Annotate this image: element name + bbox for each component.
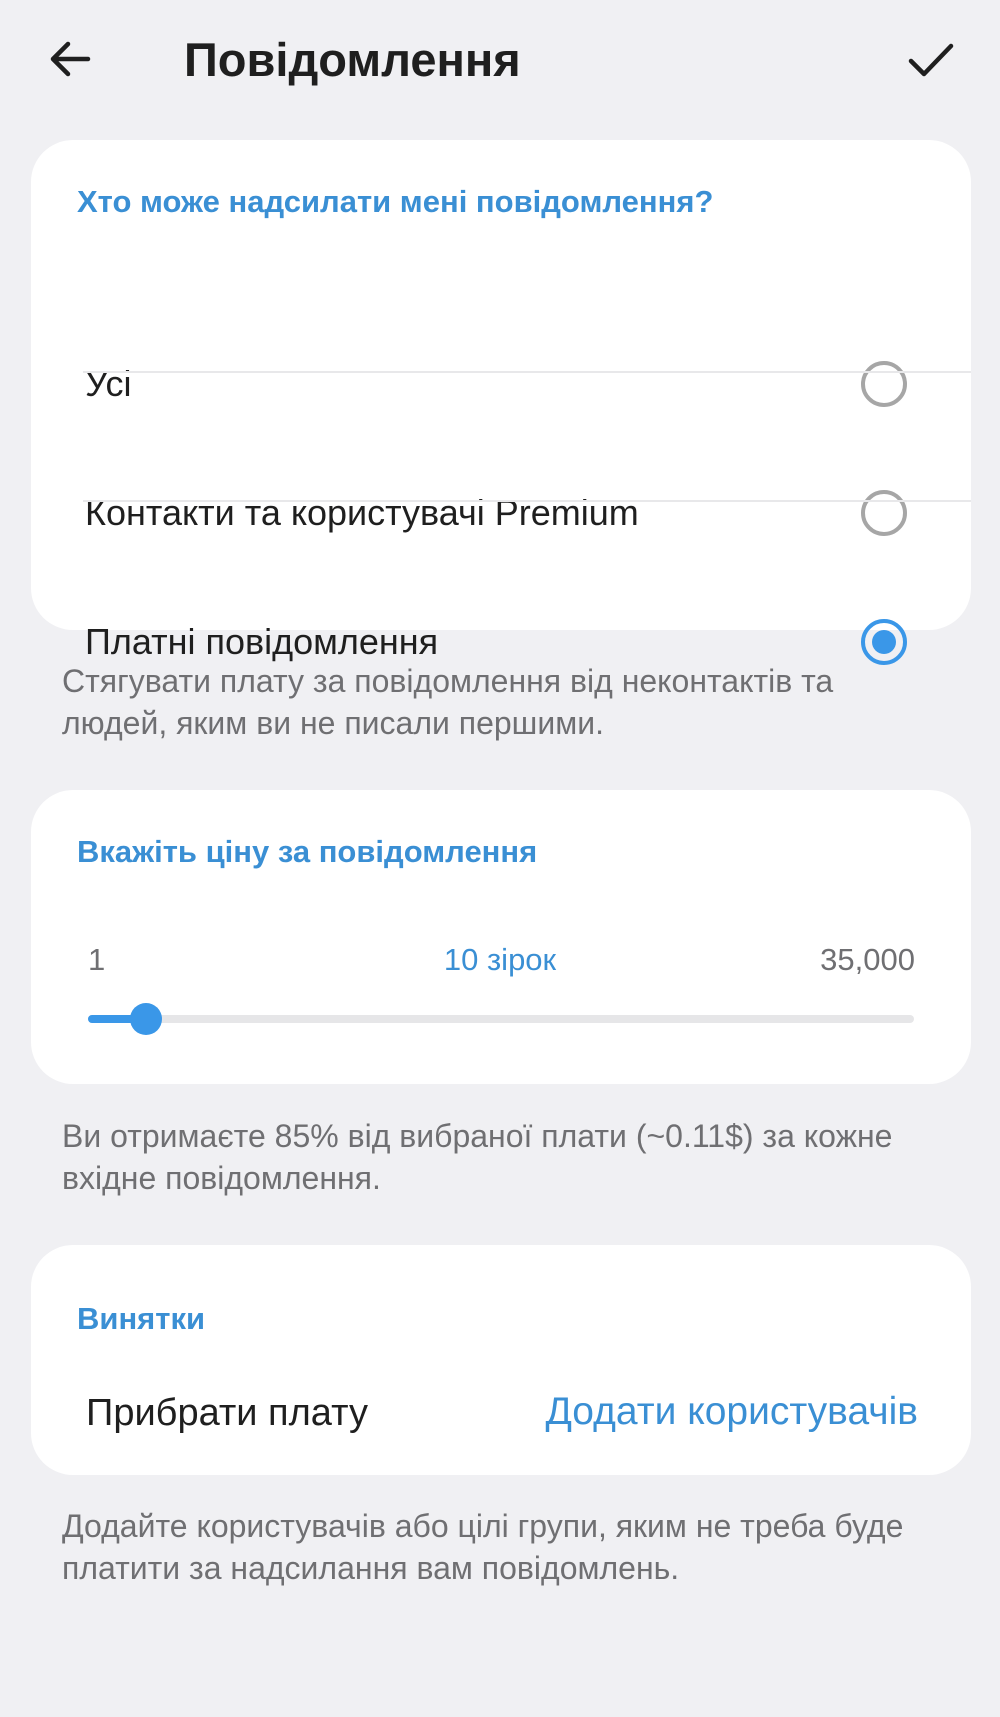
option-contacts-premium-label: Контакти та користувачі Premium [85,492,639,533]
option-everyone-radio[interactable] [861,361,907,407]
price-title: Вкажіть ціну за повідомлення [77,834,538,869]
slider-value-label: 10 зірок [443,942,557,977]
back-button[interactable] [38,24,102,94]
option-contacts-premium-radio[interactable] [861,490,907,536]
option-paid-messages-label: Платні повідомлення [85,621,439,662]
who-can-message-title: Хто може надсилати мені повідомлення? [77,184,714,219]
option-paid-messages-radio[interactable] [861,619,907,665]
checkmark-icon [908,43,954,77]
slider-min-label: 1 [88,942,106,977]
arrow-left-icon [50,41,91,77]
price-card: Вкажіть ціну за повідомлення [31,790,971,1084]
earnings-footnote: Ви отримаєте 85% від вибраної плати (~0.… [62,1118,893,1196]
option-everyone-label: Усі [85,363,132,404]
exceptions-card: Винятки [31,1245,971,1475]
paid-messages-footnote: Стягувати плату за повідомлення від неко… [62,663,834,741]
who-can-message-card: Хто може надсилати мені повідомлення? Ус… [31,140,971,665]
divider [83,371,971,373]
remove-fee-label: Прибрати плату [86,1392,368,1434]
divider [83,500,971,502]
confirm-button[interactable] [898,28,964,92]
price-slider[interactable] [88,1003,914,1035]
slider-max-label: 35,000 [820,942,915,977]
page-title: Повідомлення [184,33,521,86]
exceptions-footnote: Додайте користувачів або цілі групи, яки… [62,1508,904,1586]
option-everyone[interactable]: Усі [31,320,971,448]
slider-thumb[interactable] [129,1003,162,1035]
add-users-button[interactable]: Додати користувачів [510,1386,918,1438]
option-contacts-premium[interactable]: Контакти та користувачі Premium [31,449,971,577]
exceptions-title: Винятки [77,1301,206,1336]
app-header: Повідомлення [0,0,1000,120]
